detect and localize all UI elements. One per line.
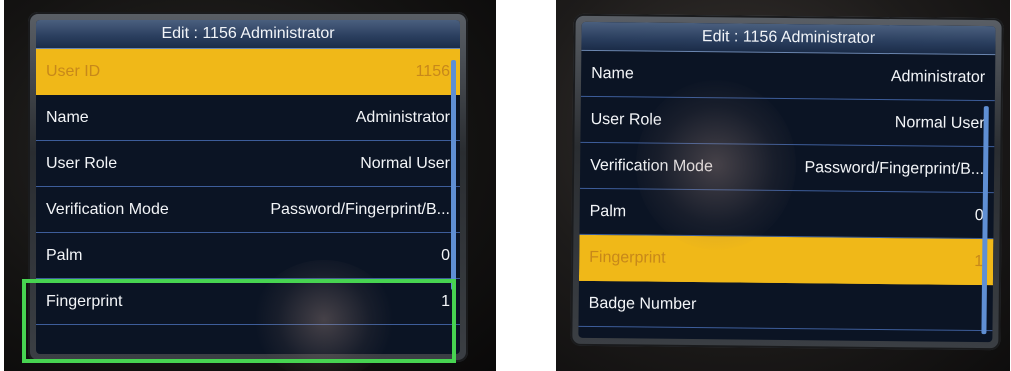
row-label: Fingerprint bbox=[589, 248, 666, 267]
left-row-user-id[interactable]: User ID 1156 bbox=[36, 49, 460, 95]
row-label: User ID bbox=[46, 62, 101, 80]
right-row-badge-number[interactable]: Badge Number bbox=[578, 280, 993, 332]
right-row-palm[interactable]: Palm 0 bbox=[579, 188, 994, 240]
right-row-user-role[interactable]: User Role Normal User bbox=[580, 96, 995, 148]
row-value: Password/Fingerprint/B... bbox=[804, 158, 985, 178]
right-device-screen: Edit : 1156 Administrator Name Administr… bbox=[578, 21, 996, 343]
row-label: Name bbox=[46, 108, 89, 126]
row-value: Password/Fingerprint/B... bbox=[270, 200, 450, 218]
right-row-fingerprint[interactable]: Fingerprint 1 bbox=[578, 234, 994, 286]
left-scrollbar[interactable] bbox=[451, 60, 456, 290]
row-label: Palm bbox=[589, 202, 627, 220]
row-label: Verification Mode bbox=[590, 156, 713, 175]
row-label: Verification Mode bbox=[46, 200, 169, 218]
left-row-palm[interactable]: Palm 0 bbox=[36, 233, 460, 279]
right-row-name[interactable]: Name Administrator bbox=[580, 50, 996, 102]
row-value: Administrator bbox=[355, 108, 450, 126]
row-label: User Role bbox=[46, 154, 118, 172]
row-value: 1156 bbox=[415, 62, 450, 80]
row-label: Name bbox=[591, 64, 634, 82]
left-row-name[interactable]: Name Administrator bbox=[36, 95, 460, 141]
row-value: Normal User bbox=[360, 154, 450, 172]
left-row-verification-mode[interactable]: Verification Mode Password/Fingerprint/B… bbox=[36, 187, 460, 233]
row-label: Badge Number bbox=[588, 294, 697, 313]
right-row-verification-mode[interactable]: Verification Mode Password/Fingerprint/B… bbox=[579, 142, 995, 194]
right-screen-title: Edit : 1156 Administrator bbox=[581, 21, 996, 56]
left-row-user-role[interactable]: User Role Normal User bbox=[36, 141, 460, 187]
left-screen-title: Edit : 1156 Administrator bbox=[36, 20, 460, 49]
row-label: User Role bbox=[590, 110, 662, 129]
right-device-bezel: Edit : 1156 Administrator Name Administr… bbox=[570, 13, 1004, 351]
right-device-photo: Edit : 1156 Administrator Name Administr… bbox=[556, 0, 1010, 371]
row-label: Palm bbox=[46, 246, 83, 264]
row-value: 0 bbox=[441, 246, 450, 264]
row-value: Administrator bbox=[890, 67, 986, 86]
fingerprint-highlight-box bbox=[22, 279, 456, 363]
row-value: Normal User bbox=[894, 113, 985, 132]
